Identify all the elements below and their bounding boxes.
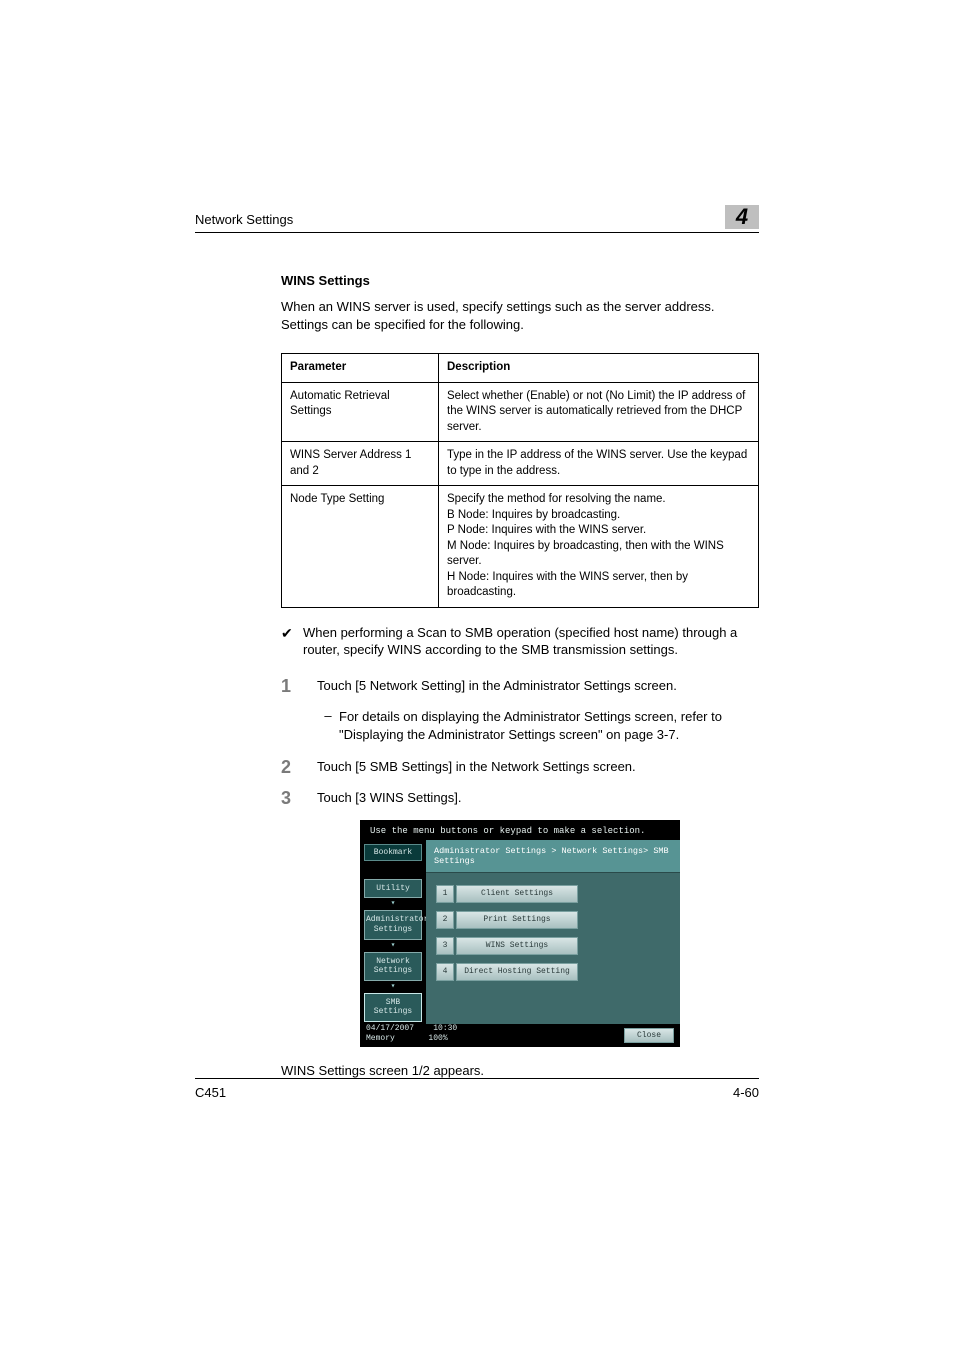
ss-mem-label: Memory xyxy=(366,1034,395,1043)
table-row: WINS Server Address 1 and 2 Type in the … xyxy=(282,442,759,486)
menu-label: Direct Hosting Setting xyxy=(456,963,578,981)
td-desc: Type in the IP address of the WINS serve… xyxy=(439,442,759,486)
substep: – For details on displaying the Administ… xyxy=(281,708,759,744)
menu-item-print[interactable]: 2 Print Settings xyxy=(436,911,670,929)
ss-mem-val: 100% xyxy=(428,1034,447,1043)
sidebar-item-utility[interactable]: Utility xyxy=(364,879,422,899)
page-footer: C451 4-60 xyxy=(195,1078,759,1100)
step-number: 3 xyxy=(281,789,317,807)
close-button[interactable]: Close xyxy=(624,1028,674,1043)
menu-number: 1 xyxy=(436,885,454,903)
breadcrumb: Administrator Settings > Network Setting… xyxy=(426,840,680,873)
menu-label: WINS Settings xyxy=(456,937,578,955)
ss-topbar: Use the menu buttons or keypad to make a… xyxy=(360,820,680,840)
section-intro: When an WINS server is used, specify set… xyxy=(281,298,759,333)
sidebar-item-smb[interactable]: SMB Settings xyxy=(364,993,422,1022)
after-screenshot-text: WINS Settings screen 1/2 appears. xyxy=(281,1063,759,1078)
td-desc: Select whether (Enable) or not (No Limit… xyxy=(439,382,759,442)
th-parameter: Parameter xyxy=(282,354,439,383)
footer-right: 4-60 xyxy=(733,1085,759,1100)
section-heading: WINS Settings xyxy=(281,273,759,288)
step: 1 Touch [5 Network Setting] in the Admin… xyxy=(281,677,759,696)
dash-icon: – xyxy=(317,708,339,744)
menu-number: 4 xyxy=(436,963,454,981)
ss-footer: 04/17/2007 10:30 Memory 100% Close xyxy=(360,1024,680,1047)
td-param: Node Type Setting xyxy=(282,486,439,608)
ss-time: 10:30 xyxy=(433,1024,457,1033)
ss-date: 04/17/2007 xyxy=(366,1024,414,1033)
parameter-table: Parameter Description Automatic Retrieva… xyxy=(281,353,759,608)
td-param: WINS Server Address 1 and 2 xyxy=(282,442,439,486)
table-row: Automatic Retrieval Settings Select whet… xyxy=(282,382,759,442)
note-text: When performing a Scan to SMB operation … xyxy=(303,624,759,659)
checkmark-icon: ✔ xyxy=(281,624,303,642)
th-description: Description xyxy=(439,354,759,383)
step: 3 Touch [3 WINS Settings]. xyxy=(281,789,759,808)
step: 2 Touch [5 SMB Settings] in the Network … xyxy=(281,758,759,777)
ss-main: Administrator Settings > Network Setting… xyxy=(426,840,680,1024)
menu-number: 3 xyxy=(436,937,454,955)
menu-item-client[interactable]: 1 Client Settings xyxy=(436,885,670,903)
footer-left: C451 xyxy=(195,1085,226,1100)
menu-label: Print Settings xyxy=(456,911,578,929)
step-number: 1 xyxy=(281,677,317,695)
bookmark-button[interactable]: Bookmark xyxy=(364,844,422,861)
menu-label: Client Settings xyxy=(456,885,578,903)
td-desc: Specify the method for resolving the nam… xyxy=(439,486,759,608)
chevron-down-icon: ▾ xyxy=(364,900,422,908)
sidebar-item-network[interactable]: Network Settings xyxy=(364,952,422,981)
device-screenshot: Use the menu buttons or keypad to make a… xyxy=(360,820,680,1047)
menu-item-direct-hosting[interactable]: 4 Direct Hosting Setting xyxy=(436,963,670,981)
step-text: Touch [5 SMB Settings] in the Network Se… xyxy=(317,758,636,777)
substep-text: For details on displaying the Administra… xyxy=(339,708,759,744)
sidebar-item-admin[interactable]: Administrator Settings xyxy=(364,910,422,939)
header-section-title: Network Settings xyxy=(195,212,293,229)
step-text: Touch [5 Network Setting] in the Adminis… xyxy=(317,677,677,696)
step-text: Touch [3 WINS Settings]. xyxy=(317,789,462,808)
chevron-down-icon: ▾ xyxy=(364,983,422,991)
td-param: Automatic Retrieval Settings xyxy=(282,382,439,442)
chevron-down-icon: ▾ xyxy=(364,942,422,950)
page-header: Network Settings 4 xyxy=(195,205,759,233)
table-row: Node Type Setting Specify the method for… xyxy=(282,486,759,608)
chapter-number: 4 xyxy=(725,205,759,229)
menu-number: 2 xyxy=(436,911,454,929)
menu-item-wins[interactable]: 3 WINS Settings xyxy=(436,937,670,955)
ss-status: 04/17/2007 10:30 Memory 100% xyxy=(366,1024,624,1043)
ss-sidebar: Bookmark Utility ▾ Administrator Setting… xyxy=(360,840,426,1024)
step-number: 2 xyxy=(281,758,317,776)
note-line: ✔ When performing a Scan to SMB operatio… xyxy=(281,624,759,659)
